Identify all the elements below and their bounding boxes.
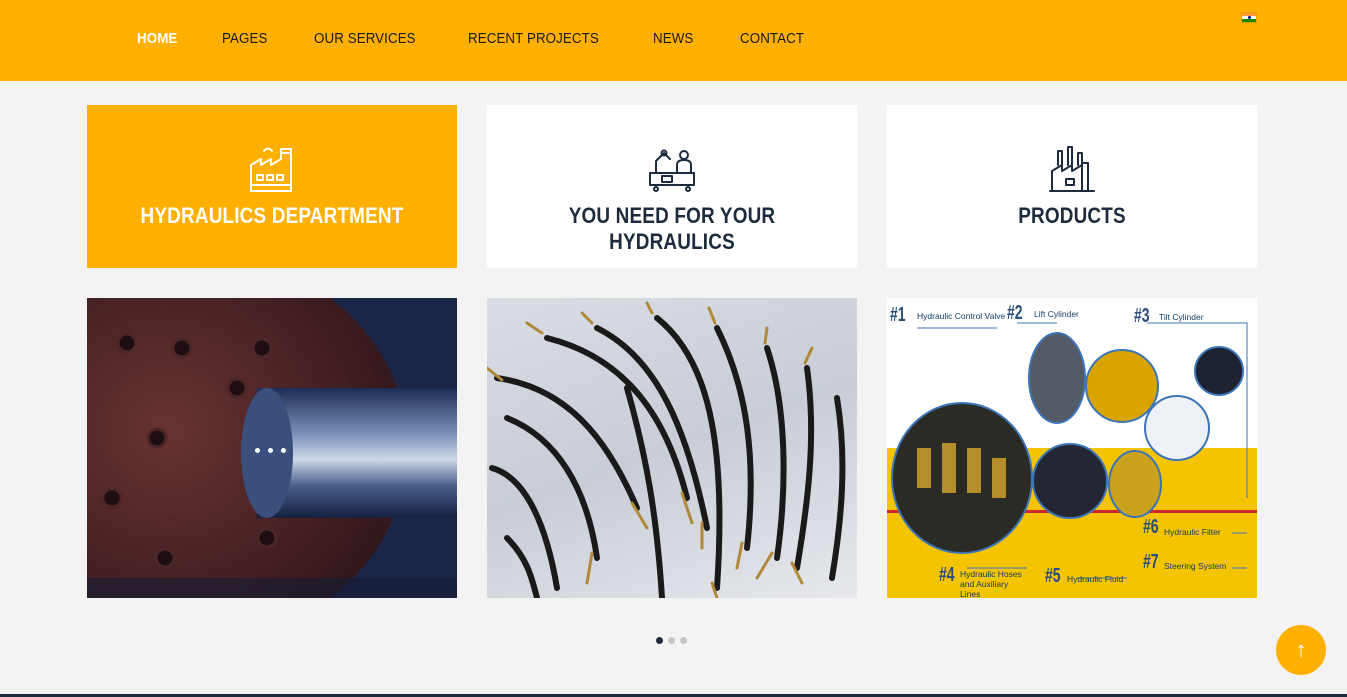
industrial-plant-icon	[1049, 146, 1095, 192]
nav-our-services[interactable]: OUR SERVICES	[314, 31, 416, 47]
label-number: #3	[1134, 305, 1150, 327]
label-text: Hydraulic Control Valve	[917, 311, 1006, 321]
card-title: YOU NEED FOR YOUR HYDRAULICS	[568, 203, 776, 254]
carousel-pagination	[656, 637, 687, 644]
label-number: #7	[1143, 551, 1159, 573]
card-title: PRODUCTS	[1018, 203, 1126, 228]
factory-icon	[250, 147, 292, 192]
carousel-dot-3[interactable]	[680, 637, 687, 644]
card-title: HYDRAULICS DEPARTMENT	[140, 203, 404, 228]
site-header: HOME PAGES OUR SERVICES RECENT PROJECTS …	[0, 0, 1347, 81]
hydraulic-components-infographic[interactable]: #1 Hydraulic Control Valve #2 Lift Cylin…	[887, 298, 1257, 598]
label-text: Hydraulic Filter	[1164, 527, 1221, 537]
carousel-dot-2[interactable]	[668, 637, 675, 644]
label-number: #4	[939, 564, 955, 586]
main-nav: HOME PAGES OUR SERVICES RECENT PROJECTS …	[137, 31, 853, 47]
hydraulic-cylinder-photo[interactable]	[87, 298, 457, 598]
nav-pages[interactable]: PAGES	[222, 31, 267, 47]
nav-contact[interactable]: CONTACT	[740, 31, 804, 47]
label-text: Hydraulic Fluid	[1067, 574, 1124, 584]
label-text: Lift Cylinder	[1034, 309, 1079, 319]
label-text: Hydraulic Hoses and Auxiliary Lines	[960, 569, 1022, 598]
india-flag-icon[interactable]	[1241, 12, 1257, 23]
loading-indicator	[255, 448, 286, 453]
label-number: #1	[890, 304, 906, 326]
nav-recent-projects[interactable]: RECENT PROJECTS	[468, 31, 599, 47]
card-products[interactable]: PRODUCTS	[887, 105, 1257, 268]
workers-machine-icon	[649, 149, 695, 192]
nav-home[interactable]: HOME	[137, 31, 177, 47]
label-number: #6	[1143, 516, 1159, 538]
nav-news[interactable]: NEWS	[653, 31, 693, 47]
label-text: Tilt Cylinder	[1159, 312, 1204, 322]
card-hydraulics-department[interactable]: HYDRAULICS DEPARTMENT	[87, 105, 457, 268]
hydraulic-hoses-photo[interactable]	[487, 298, 857, 598]
arrow-up-icon: ↑	[1295, 637, 1307, 662]
carousel-dot-1[interactable]	[656, 637, 663, 644]
card-you-need[interactable]: YOU NEED FOR YOUR HYDRAULICS	[487, 105, 857, 268]
label-number: #2	[1007, 302, 1023, 324]
label-number: #5	[1045, 565, 1061, 587]
back-to-top-button[interactable]: ↑	[1276, 625, 1326, 675]
label-text: Steering System	[1164, 561, 1227, 571]
